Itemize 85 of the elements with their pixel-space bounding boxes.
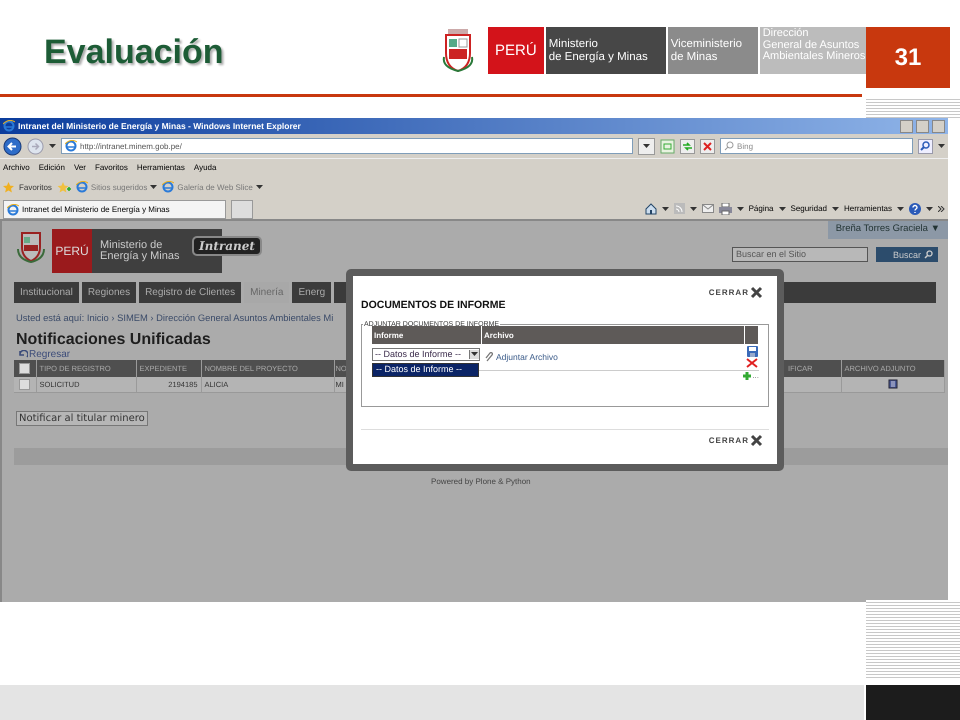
caret-icon[interactable] bbox=[926, 206, 933, 210]
browser-tab[interactable]: Intranet del Ministerio de Energía y Minas bbox=[3, 200, 226, 219]
globe-icon bbox=[162, 181, 174, 193]
caret-icon[interactable] bbox=[471, 352, 478, 356]
search-icon[interactable] bbox=[918, 138, 933, 154]
address-field[interactable]: http://intranet.minem.gob.pe/ bbox=[61, 138, 633, 154]
globe-icon bbox=[65, 140, 77, 152]
nav-tab[interactable]: Regiones bbox=[82, 282, 140, 303]
slide-number: 31 bbox=[866, 27, 950, 88]
search-icon bbox=[724, 141, 734, 151]
nav-tab[interactable]: Energ bbox=[292, 282, 334, 303]
menu-item[interactable]: Herramientas bbox=[136, 163, 185, 172]
caret-icon[interactable] bbox=[256, 185, 263, 189]
menu-item[interactable]: Favoritos bbox=[94, 163, 128, 172]
search-button[interactable]: Buscar bbox=[876, 247, 938, 262]
save-icon[interactable] bbox=[746, 346, 758, 357]
back-link[interactable]: Regresar bbox=[18, 349, 70, 360]
ministry-logo: Ministerio de Energía y Minas bbox=[546, 27, 666, 74]
home-icon[interactable] bbox=[644, 202, 657, 214]
menu-item[interactable]: Archivo bbox=[3, 163, 30, 172]
select-all-checkbox[interactable] bbox=[19, 363, 30, 374]
site-search-field[interactable]: Buscar en el Sitio bbox=[732, 247, 868, 262]
report-select[interactable]: -- Datos de Informe -- bbox=[372, 348, 480, 360]
close-icon[interactable] bbox=[750, 286, 763, 299]
window-title: Intranet del Ministerio de Energía y Minas - Windows Internet Explorer bbox=[18, 121, 301, 131]
undo-icon bbox=[18, 350, 28, 360]
refresh-icon[interactable] bbox=[680, 138, 695, 154]
close-icon[interactable] bbox=[750, 434, 763, 447]
column-header: Archivo bbox=[482, 326, 745, 344]
command-menu[interactable]: Página bbox=[748, 204, 774, 213]
back-icon[interactable] bbox=[3, 136, 22, 156]
add-icon[interactable] bbox=[743, 372, 752, 380]
caret-icon[interactable] bbox=[690, 206, 697, 210]
globe-icon bbox=[7, 204, 19, 216]
page-heading: Notificaciones Unificadas bbox=[16, 331, 211, 349]
intranet-badge: Intranet bbox=[192, 236, 262, 256]
dropdown-option[interactable]: -- Datos de Informe -- bbox=[372, 363, 479, 377]
history-caret-icon[interactable] bbox=[49, 144, 56, 148]
caret-icon[interactable] bbox=[778, 206, 786, 210]
help-icon[interactable] bbox=[909, 202, 921, 214]
row-checkbox[interactable] bbox=[19, 379, 30, 390]
caret-icon[interactable] bbox=[897, 206, 904, 210]
search-icon bbox=[924, 250, 933, 259]
country-logo: PERÚ bbox=[52, 229, 92, 273]
attach-file-link[interactable]: Adjuntar Archivo bbox=[485, 352, 558, 362]
star-icon bbox=[3, 182, 14, 192]
slide-title: Evaluación bbox=[44, 33, 225, 72]
delete-icon[interactable] bbox=[746, 358, 758, 368]
paperclip-icon bbox=[485, 352, 494, 362]
column-header: Informe bbox=[372, 326, 482, 344]
close-button[interactable]: CERRAR bbox=[708, 434, 763, 447]
globe-icon bbox=[76, 181, 88, 193]
stop-icon[interactable] bbox=[700, 138, 715, 154]
command-menu[interactable]: Herramientas bbox=[844, 204, 892, 213]
command-menu[interactable]: Seguridad bbox=[790, 204, 827, 213]
menu-item[interactable]: Ayuda bbox=[194, 163, 216, 172]
user-menu[interactable]: Breña Torres Graciela ▼ bbox=[828, 221, 948, 239]
nav-tab[interactable]: Institucional bbox=[14, 282, 82, 303]
address-dropdown-button[interactable] bbox=[638, 138, 655, 154]
dialog-title: DOCUMENTOS DE INFORME bbox=[361, 299, 506, 311]
breadcrumb: Usted está aquí: Inicio › SIMEM › Dirección General Asuntos Ambientales Mi bbox=[16, 312, 334, 323]
caret-icon[interactable] bbox=[643, 144, 650, 148]
favorites-button[interactable]: Favoritos bbox=[19, 182, 52, 192]
close-button[interactable]: CERRAR bbox=[708, 286, 763, 299]
mail-icon[interactable] bbox=[702, 204, 714, 213]
menu-item[interactable]: Edición bbox=[38, 163, 65, 172]
caret-icon[interactable] bbox=[662, 206, 669, 210]
caret-icon[interactable] bbox=[736, 206, 744, 210]
country-logo: PERÚ bbox=[488, 27, 544, 74]
search-options-caret-icon[interactable] bbox=[938, 144, 945, 148]
chevron-icon[interactable] bbox=[938, 206, 945, 212]
menu-item[interactable]: Ver bbox=[74, 163, 86, 172]
more-text: ... bbox=[752, 371, 759, 380]
print-icon[interactable] bbox=[718, 202, 732, 214]
caret-icon[interactable] bbox=[832, 206, 839, 210]
coat-of-arms-icon bbox=[16, 229, 46, 263]
globe-icon bbox=[3, 120, 15, 132]
coat-of-arms-icon bbox=[440, 27, 476, 74]
document-icon[interactable] bbox=[888, 378, 898, 388]
caret-icon[interactable] bbox=[150, 185, 158, 189]
vice-ministry-logo: Viceministerio de Minas bbox=[668, 27, 758, 74]
compatibility-icon[interactable] bbox=[660, 138, 675, 154]
footer-text: Powered by Plone & Python bbox=[431, 477, 531, 486]
notify-button[interactable]: Notificar al titular minero bbox=[16, 411, 148, 426]
search-field[interactable]: Bing bbox=[720, 138, 913, 154]
